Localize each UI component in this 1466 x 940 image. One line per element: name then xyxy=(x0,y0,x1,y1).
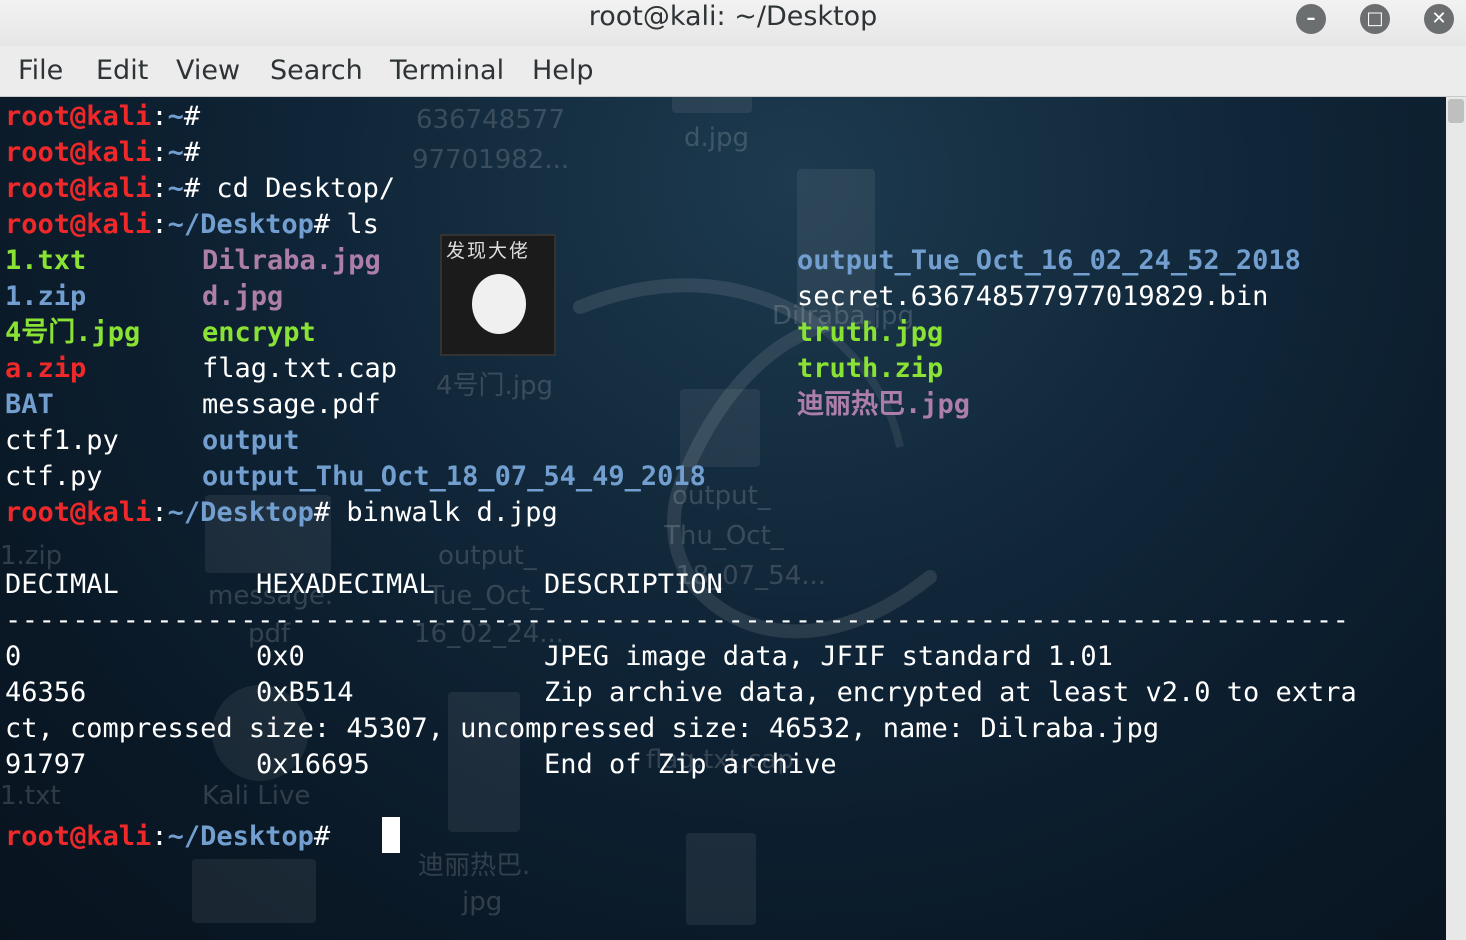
prompt-symbol: # xyxy=(183,137,201,168)
meme-text: 发现大佬 xyxy=(446,240,531,262)
separator-line: ----------------------------------------… xyxy=(5,605,1350,636)
row-decimal: 46356 xyxy=(5,677,87,708)
row-decimal: 91797 xyxy=(5,749,87,780)
terminal-line: root@kali:~/Desktop# binwalk d.jpg xyxy=(5,497,558,528)
ls-entry: BAT xyxy=(5,389,54,420)
ls-entry: ctf.py xyxy=(5,461,103,492)
desktop-icon-d-jpg xyxy=(672,97,752,113)
prompt-user: root@kali xyxy=(5,173,152,204)
terminal-area[interactable]: 636748577 97701982... d.jpg Dilraba.jpg … xyxy=(0,97,1446,940)
column-header-description: DESCRIPTION xyxy=(544,569,723,600)
prompt-symbol: # xyxy=(313,821,331,852)
desktop-label: 97701982... xyxy=(412,145,570,175)
prompt-user: root@kali xyxy=(5,821,152,852)
prompt-user: root@kali xyxy=(5,137,152,168)
ls-entry: ctf1.py xyxy=(5,425,119,456)
desktop-label: 迪丽热巴. xyxy=(418,851,531,881)
desktop-label: jpg xyxy=(462,887,503,917)
prompt-path: ~/Desktop xyxy=(167,497,314,528)
meme-face-icon xyxy=(472,274,526,334)
desktop-label: Thu_Oct_ xyxy=(664,521,784,551)
desktop-label: 636748577 xyxy=(416,105,565,135)
prompt-user: root@kali xyxy=(5,209,152,240)
terminal-line: root@kali:~# xyxy=(5,137,201,168)
prompt-path: ~/Desktop xyxy=(167,209,314,240)
prompt-user: root@kali xyxy=(5,101,152,132)
menu-edit[interactable]: Edit xyxy=(96,52,148,90)
row-hex: 0xB514 xyxy=(256,677,354,708)
terminal-line: root@kali:~/Desktop# xyxy=(5,821,331,852)
terminal-line: root@kali:~# xyxy=(5,101,201,132)
prompt-path: ~ xyxy=(167,173,184,204)
ls-entry: output_Thu_Oct_18_07_54_49_2018 xyxy=(202,461,706,492)
ls-entry: 1.zip xyxy=(5,281,87,312)
ls-entry: 1.txt xyxy=(5,245,87,276)
wrapped-description: ct, compressed size: 45307, uncompressed… xyxy=(5,713,1160,744)
row-description: JPEG image data, JFIF standard 1.01 xyxy=(544,641,1113,672)
ls-entry: Dilraba.jpg xyxy=(202,245,381,276)
ls-entry: truth.jpg xyxy=(797,317,944,348)
prompt-symbol: # xyxy=(183,173,201,204)
prompt-symbol: # xyxy=(313,209,331,240)
terminal-line: root@kali:~/Desktop# ls xyxy=(5,209,379,240)
ls-entry: secret.636748577977019829.bin xyxy=(797,281,1269,312)
desktop-icon-file xyxy=(686,833,756,925)
ls-entry: d.jpg xyxy=(202,281,284,312)
ls-entry: 迪丽热巴.jpg xyxy=(797,389,971,420)
desktop-label: output_ xyxy=(438,541,537,571)
menu-terminal[interactable]: Terminal xyxy=(390,52,504,90)
ls-entry: output_Tue_Oct_16_02_24_52_2018 xyxy=(797,245,1301,276)
command-text: binwalk d.jpg xyxy=(330,497,558,528)
scrollbar-thumb[interactable] xyxy=(1448,99,1464,123)
desktop-icon-picture xyxy=(192,859,316,923)
menu-search[interactable]: Search xyxy=(270,52,363,90)
prompt-path: ~ xyxy=(167,101,184,132)
ls-entry: message.pdf xyxy=(202,389,381,420)
maximize-icon[interactable]: □ xyxy=(1360,4,1390,34)
row-hex: 0x16695 xyxy=(256,749,370,780)
ls-entry: truth.zip xyxy=(797,353,944,384)
text-cursor[interactable] xyxy=(382,817,400,853)
menu-file[interactable]: File xyxy=(18,52,63,90)
prompt-path: ~ xyxy=(167,137,184,168)
desktop-label: d.jpg xyxy=(684,123,749,153)
prompt-symbol: # xyxy=(313,497,331,528)
prompt-path: ~/Desktop xyxy=(167,821,314,852)
title-bar[interactable]: root@kali: ~/Desktop – □ ✕ xyxy=(0,0,1466,46)
desktop-label: 1.txt xyxy=(0,781,61,811)
row-decimal: 0 xyxy=(5,641,22,672)
command-text: ls xyxy=(330,209,379,240)
menu-bar: File Edit View Search Terminal Help xyxy=(0,46,1466,97)
ls-entry: flag.txt.cap xyxy=(202,353,398,384)
menu-help[interactable]: Help xyxy=(532,52,594,90)
scrollbar[interactable] xyxy=(1446,97,1466,940)
row-description: End of Zip archive xyxy=(544,749,837,780)
column-header-decimal: DECIMAL xyxy=(5,569,119,600)
ls-entry: output xyxy=(202,425,300,456)
prompt-symbol: # xyxy=(183,101,201,132)
prompt-user: root@kali xyxy=(5,497,152,528)
desktop-label: Kali Live xyxy=(202,781,311,811)
desktop-icon-output-thu xyxy=(680,389,760,467)
menu-view[interactable]: View xyxy=(176,52,240,90)
ls-entry: a.zip xyxy=(5,353,87,384)
ls-entry: 4号门.jpg xyxy=(5,317,141,348)
terminal-line: root@kali:~# cd Desktop/ xyxy=(5,173,396,204)
row-hex: 0x0 xyxy=(256,641,305,672)
ls-entry: encrypt xyxy=(202,317,316,348)
window-title: root@kali: ~/Desktop xyxy=(588,1,878,32)
close-icon[interactable]: ✕ xyxy=(1424,4,1454,34)
desktop-icon-meme: 发现大佬 xyxy=(440,234,556,356)
minimize-icon[interactable]: – xyxy=(1296,4,1326,34)
command-text: cd Desktop/ xyxy=(200,173,396,204)
row-description: Zip archive data, encrypted at least v2.… xyxy=(544,677,1357,708)
column-header-hex: HEXADECIMAL xyxy=(256,569,435,600)
desktop-label: 4号门.jpg xyxy=(436,371,554,401)
